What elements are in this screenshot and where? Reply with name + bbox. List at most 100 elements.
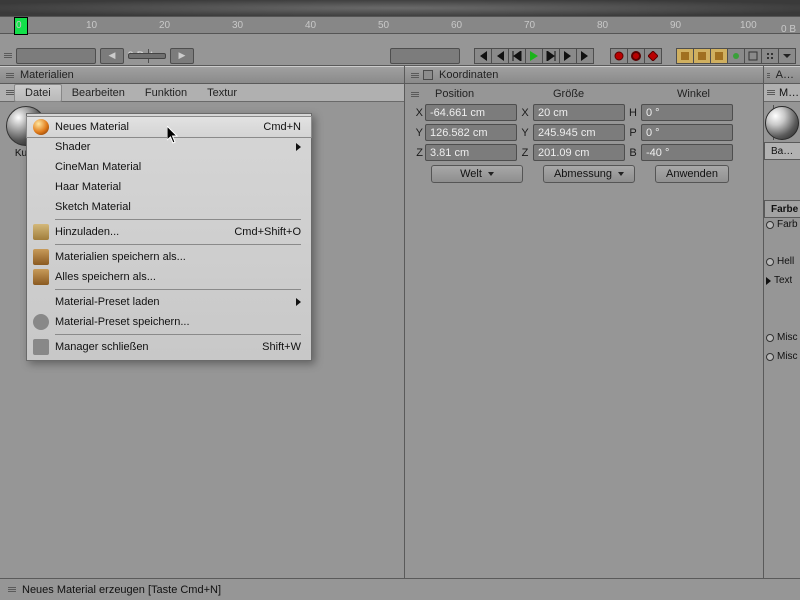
ruler-ticks: 0 10 20 30 40 50 60 70 80 90 100: [14, 17, 800, 33]
coord-row-z: Z ▲▼ Z ▲▼ B ▲▼: [411, 144, 757, 161]
angle-h-input[interactable]: [642, 107, 773, 119]
size-z-field[interactable]: ▲▼: [533, 144, 625, 161]
mode-dropdown[interactable]: Abmessung: [543, 165, 635, 183]
grip-icon: [6, 88, 14, 98]
label-p: P: [627, 127, 639, 139]
menu-item-close-manager[interactable]: Manager schließen Shift+W: [27, 337, 311, 357]
save-icon: [33, 249, 49, 265]
col-header-angle: Winkel: [677, 88, 757, 100]
prev-key-button[interactable]: [491, 48, 509, 64]
attrib-label: Hell: [777, 256, 794, 267]
coordinates-body: Position Größe Winkel X ▲▼ X ▲▼ H ▲▼ Y ▲…: [405, 84, 763, 578]
current-frame-field[interactable]: ▲▼: [16, 48, 96, 64]
save-icon: [33, 269, 49, 285]
attrib-row-misc2[interactable]: Misc: [764, 350, 800, 363]
angle-p-input[interactable]: [642, 127, 773, 139]
menu-item-new-material[interactable]: Neues Material Cmd+N: [27, 117, 311, 137]
space-dropdown-label: Welt: [460, 168, 482, 180]
viewport-backdrop: [0, 0, 800, 16]
pos-x-field[interactable]: ▲▼: [425, 104, 517, 121]
next-key-button[interactable]: [559, 48, 577, 64]
radio-icon: [766, 221, 774, 229]
menu-item-sketch[interactable]: Sketch Material: [27, 197, 311, 217]
size-y-field[interactable]: ▲▼: [533, 124, 625, 141]
menu-item-save-materials[interactable]: Materialien speichern als...: [27, 247, 311, 267]
prev-frame-button[interactable]: [508, 48, 526, 64]
menu-item-save-preset[interactable]: Material-Preset speichern...: [27, 312, 311, 332]
range-prev-button[interactable]: ◀: [100, 48, 124, 64]
key-selection-button[interactable]: [644, 48, 662, 64]
key-pla-toggle[interactable]: [744, 48, 762, 64]
attrib-tab-basic[interactable]: Ba…: [764, 142, 800, 160]
key-menu-toggle[interactable]: [778, 48, 796, 64]
size-x-field[interactable]: ▲▼: [533, 104, 625, 121]
pos-z-field[interactable]: ▲▼: [425, 144, 517, 161]
key-rot-toggle[interactable]: [710, 48, 728, 64]
transport-buttons: [474, 48, 594, 64]
attrib-section-color[interactable]: Farbe: [764, 200, 800, 218]
next-frame-button[interactable]: [542, 48, 560, 64]
ruler-label: 20: [159, 20, 170, 31]
datei-menu: Neues Material Cmd+N Shader CineMan Mate…: [26, 113, 312, 361]
attrib-row-brightness[interactable]: Hell: [764, 255, 800, 268]
attrib-row-color[interactable]: Farb: [764, 218, 800, 231]
menu-item-shader[interactable]: Shader: [27, 137, 311, 157]
materials-panel-header[interactable]: Materialien: [0, 66, 404, 84]
menu-item-label: Alles speichern als...: [55, 271, 156, 283]
range-next-button[interactable]: ▶: [170, 48, 194, 64]
angle-b-input[interactable]: [642, 147, 773, 159]
coord-row-x: X ▲▼ X ▲▼ H ▲▼: [411, 104, 757, 121]
material-preview-icon[interactable]: [765, 106, 799, 140]
key-opt-toggle[interactable]: [761, 48, 779, 64]
attrib-label: Misc: [777, 332, 798, 343]
coord-row-y: Y ▲▼ Y ▲▼ P ▲▼: [411, 124, 757, 141]
menu-item-save-all[interactable]: Alles speichern als...: [27, 267, 311, 287]
menu-item-load-preset[interactable]: Material-Preset laden: [27, 292, 311, 312]
goto-end-button[interactable]: [576, 48, 594, 64]
max-frame-field[interactable]: ▲▼: [390, 48, 460, 64]
menu-bearbeiten[interactable]: Bearbeiten: [62, 84, 135, 102]
ruler-label: 40: [305, 20, 316, 31]
dock-icon[interactable]: [423, 70, 433, 80]
attrib-row-texture[interactable]: Text: [764, 274, 800, 287]
col-header-position: Position: [435, 88, 543, 100]
play-button[interactable]: [525, 48, 543, 64]
key-param-toggle[interactable]: [727, 48, 745, 64]
coordinates-panel-header[interactable]: Koordinaten: [405, 66, 763, 84]
angle-b-field[interactable]: ▲▼: [641, 144, 733, 161]
menu-item-label: CineMan Material: [55, 161, 141, 173]
menu-datei[interactable]: Datei: [14, 84, 62, 102]
autokey-button[interactable]: [627, 48, 645, 64]
timeline-ruler[interactable]: 0 10 20 30 40 50 60 70 80 90 100: [0, 16, 800, 34]
angle-h-field[interactable]: ▲▼: [641, 104, 733, 121]
key-scale-toggle[interactable]: [693, 48, 711, 64]
goto-start-button[interactable]: [474, 48, 492, 64]
mode-dropdown-label: Abmessung: [554, 168, 612, 180]
menu-item-haar[interactable]: Haar Material: [27, 177, 311, 197]
window-icon: [33, 339, 49, 355]
attribute-panel-header[interactable]: A…: [764, 66, 800, 84]
range-track[interactable]: [128, 53, 166, 59]
menu-textur[interactable]: Textur: [197, 84, 247, 102]
radio-icon: [766, 334, 774, 342]
record-button[interactable]: [610, 48, 628, 64]
coordinates-panel: Koordinaten Position Größe Winkel X ▲▼ X…: [405, 66, 764, 578]
chevron-right-icon: [766, 277, 771, 285]
grip-icon: [767, 69, 770, 81]
space-dropdown[interactable]: Welt: [431, 165, 523, 183]
menu-item-load[interactable]: Hinzuladen... Cmd+Shift+O: [27, 222, 311, 242]
apply-button[interactable]: Anwenden: [655, 165, 729, 183]
pos-y-field[interactable]: ▲▼: [425, 124, 517, 141]
attrib-row-misc1[interactable]: Misc: [764, 331, 800, 344]
ruler-label: 100: [740, 20, 757, 31]
angle-p-field[interactable]: ▲▼: [641, 124, 733, 141]
menu-item-cineman[interactable]: CineMan Material: [27, 157, 311, 177]
label-h: H: [627, 107, 639, 119]
label-y: Y: [411, 127, 423, 139]
key-pos-toggle[interactable]: [676, 48, 694, 64]
menu-separator: [55, 289, 301, 290]
col-header-size: Größe: [553, 88, 661, 100]
ruler-label: 50: [378, 20, 389, 31]
panel-title-truncated: A…: [776, 69, 794, 81]
menu-funktion[interactable]: Funktion: [135, 84, 197, 102]
